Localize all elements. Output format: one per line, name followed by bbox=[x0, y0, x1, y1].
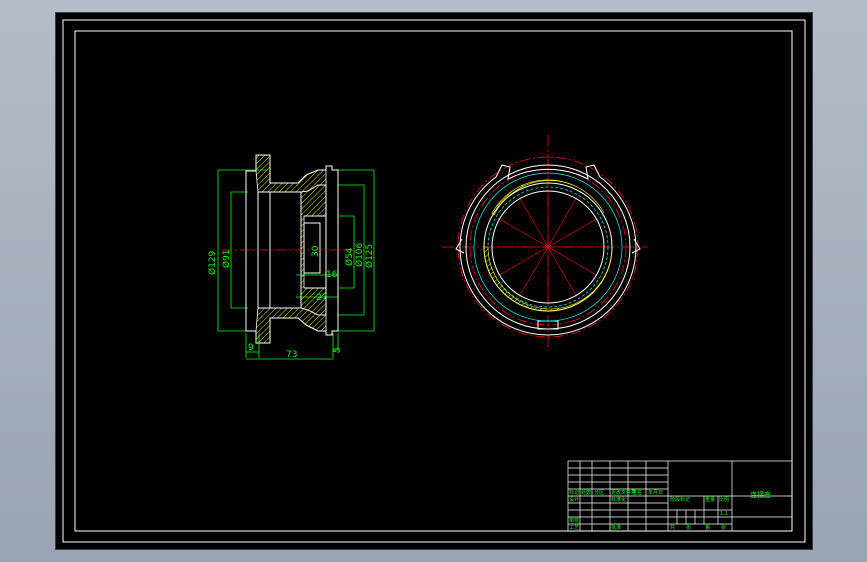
scale-value: 1:1 bbox=[720, 511, 728, 517]
label-count: 处数 bbox=[581, 489, 591, 496]
end-view-radial-lines bbox=[490, 189, 606, 305]
outer-border bbox=[62, 19, 806, 543]
dim-d91: Ø91 bbox=[221, 249, 232, 268]
label-sheet-unit: 张 bbox=[686, 524, 691, 531]
inner-border bbox=[74, 30, 793, 532]
label-total: 共 bbox=[670, 524, 675, 531]
label-mark: 标记 bbox=[569, 489, 579, 496]
end-view-centerlines bbox=[442, 135, 648, 351]
dim-16: 16 bbox=[326, 270, 338, 280]
label-approve: 批准 bbox=[611, 524, 621, 531]
label-process: 工艺 bbox=[569, 525, 579, 531]
label-page: 第 bbox=[705, 524, 710, 531]
cad-viewport[interactable]: Ø129 Ø91 Ø54 Ø106 Ø125 30 16 27 9 73 5 标… bbox=[55, 12, 813, 550]
label-design: 设计 bbox=[569, 496, 579, 503]
label-standard: 标准化 bbox=[611, 496, 626, 503]
drawing-frame bbox=[62, 19, 806, 543]
section-dimension-text: Ø129 Ø91 Ø54 Ø106 Ø125 30 16 27 9 73 5 bbox=[207, 242, 375, 360]
section-view: Ø129 Ø91 Ø54 Ø106 Ø125 30 16 27 9 73 5 bbox=[207, 154, 375, 360]
label-sheet-unit-2: 张 bbox=[721, 524, 726, 531]
label-zone: 分区 bbox=[594, 489, 604, 496]
dim-5: 5 bbox=[333, 347, 343, 353]
title-block: 标记 处数 分区 更改文件号 签名 年月日 设计 标准化 审核 工艺 批准 阶段… bbox=[567, 460, 793, 532]
end-view bbox=[442, 135, 648, 351]
label-date: 年月日 bbox=[648, 489, 663, 496]
dim-9: 9 bbox=[248, 343, 254, 353]
dim-d125: Ø125 bbox=[364, 244, 375, 268]
dim-27: 27 bbox=[316, 293, 327, 303]
cad-drawing: Ø129 Ø91 Ø54 Ø106 Ø125 30 16 27 9 73 5 标… bbox=[62, 19, 806, 543]
label-review: 审核 bbox=[569, 517, 579, 524]
dim-30: 30 bbox=[311, 245, 321, 257]
dim-d129: Ø129 bbox=[207, 250, 218, 275]
label-scale: 比例 bbox=[719, 496, 729, 503]
dim-d106: Ø106 bbox=[354, 242, 365, 267]
label-stage-mark: 阶段标记 bbox=[670, 496, 690, 503]
dim-73: 73 bbox=[286, 350, 297, 360]
dim-d54: Ø54 bbox=[344, 247, 355, 266]
part-name: 连接座 bbox=[750, 490, 771, 499]
label-sign: 签名 bbox=[632, 489, 642, 496]
label-weight: 重量 bbox=[705, 496, 715, 503]
